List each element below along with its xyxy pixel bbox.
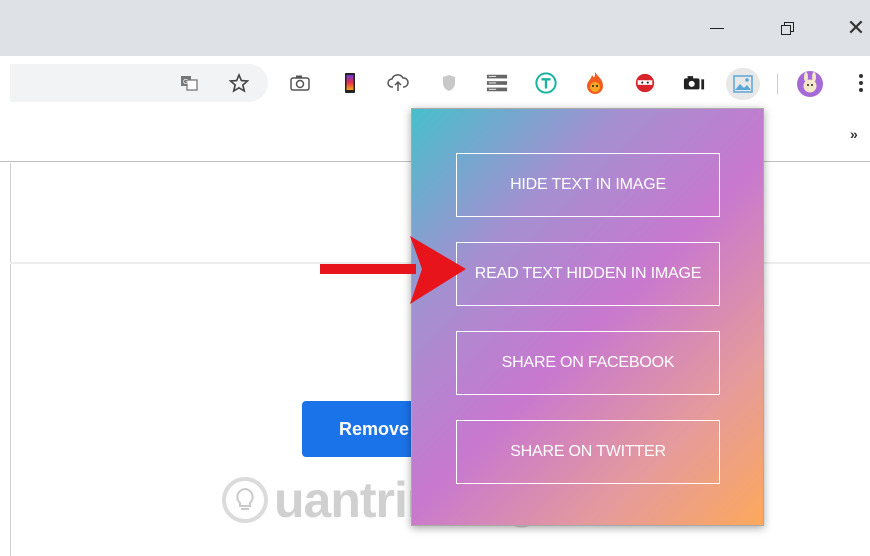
hide-text-in-image-button[interactable]: HIDE TEXT IN IMAGE — [456, 153, 720, 217]
menu-icon[interactable] — [850, 72, 870, 94]
window-titlebar: ✕ — [0, 0, 870, 56]
close-button[interactable]: ✕ — [836, 10, 870, 46]
fire-icon[interactable] — [584, 72, 606, 94]
ninja-icon[interactable] — [634, 72, 656, 94]
image-extension-button[interactable] — [726, 68, 760, 100]
image-extension-icon — [733, 75, 753, 93]
restore-button[interactable] — [767, 10, 807, 46]
bookmark-star-icon[interactable] — [228, 72, 250, 94]
camera-dark-icon[interactable] — [683, 72, 705, 94]
share-on-twitter-button[interactable]: SHARE ON TWITTER — [456, 420, 720, 484]
toolbar-separator — [777, 74, 778, 94]
upload-cloud-icon[interactable] — [387, 72, 409, 94]
restore-icon — [780, 21, 794, 35]
read-text-hidden-in-image-button[interactable]: READ TEXT HIDDEN IN IMAGE — [456, 242, 720, 306]
camera-icon[interactable] — [289, 72, 311, 94]
server-icon[interactable] — [486, 72, 508, 94]
t-extension-icon[interactable] — [535, 72, 557, 94]
shield-icon[interactable] — [438, 72, 460, 94]
bookmarks-overflow-chevron-icon[interactable]: » — [850, 126, 858, 142]
minimize-button[interactable] — [697, 10, 737, 46]
extension-popup: HIDE TEXT IN IMAGE READ TEXT HIDDEN IN I… — [411, 108, 764, 526]
minimize-icon — [710, 27, 724, 29]
lightbulb-icon — [222, 477, 268, 523]
profile-avatar-icon[interactable] — [795, 69, 825, 99]
svg-text:G: G — [183, 79, 188, 86]
red-arrow-icon — [320, 236, 466, 304]
translate-icon[interactable]: G — [178, 72, 200, 94]
share-on-facebook-button[interactable]: SHARE ON FACEBOOK — [456, 331, 720, 395]
phone-icon[interactable] — [339, 72, 361, 94]
close-icon: ✕ — [846, 15, 866, 40]
browser-toolbar: G — [0, 56, 870, 108]
